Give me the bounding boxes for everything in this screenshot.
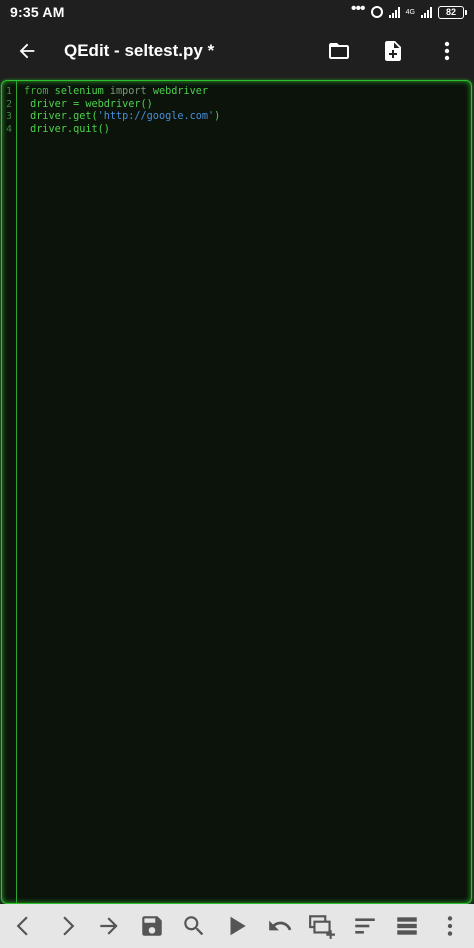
undo-icon: [268, 920, 291, 931]
status-icons: ••• 4G 82: [350, 0, 467, 19]
cursor-right-button[interactable]: [47, 906, 87, 946]
network-type: 4G: [406, 9, 415, 16]
code-token: driver = webdriver(): [24, 98, 153, 110]
overflow-menu-button[interactable]: [420, 24, 474, 78]
indent-button[interactable]: [89, 906, 129, 946]
line-number-gutter: 1234: [2, 81, 17, 903]
align-left-icon: [355, 918, 375, 934]
save-button[interactable]: [132, 906, 172, 946]
list-icon: [397, 917, 418, 935]
format-button[interactable]: [345, 906, 385, 946]
more-vertical-icon: [444, 41, 450, 61]
open-folder-button[interactable]: [312, 24, 366, 78]
code-token: from: [24, 86, 49, 97]
folder-icon: [329, 43, 349, 59]
search-button[interactable]: [174, 906, 214, 946]
search-icon: [184, 916, 204, 936]
code-line[interactable]: driver.get('http://google.com'): [24, 111, 467, 124]
network-type-label: 4G: [405, 8, 415, 16]
status-time: 9:35 AM: [10, 4, 65, 20]
more-vertical-icon: [447, 916, 453, 936]
toolbar-more-button[interactable]: [430, 906, 470, 946]
more-notifications-icon: •••: [350, 0, 366, 17]
code-line[interactable]: from selenium import webdriver: [24, 86, 467, 99]
new-file-icon: [385, 41, 401, 61]
chevron-right-icon: [62, 916, 74, 936]
select-add-button[interactable]: [302, 906, 342, 946]
cursor-left-button[interactable]: [4, 906, 44, 946]
code-token: webdriver: [146, 86, 209, 97]
chevron-left-icon: [16, 916, 28, 936]
app-bar: QEdit - seltest.py *: [0, 24, 474, 78]
signal-icon-2: [421, 6, 432, 18]
code-token: selenium: [48, 86, 110, 97]
code-token: import: [109, 86, 147, 97]
back-button[interactable]: [0, 24, 54, 78]
battery-icon: 82: [438, 5, 467, 19]
play-icon: [230, 916, 246, 936]
code-editor[interactable]: 1234 from selenium import webdriver driv…: [1, 80, 472, 904]
code-area[interactable]: from selenium import webdriver driver = …: [24, 86, 467, 136]
line-number: 3: [6, 111, 13, 122]
line-number: 2: [6, 98, 13, 110]
line-number: 4: [6, 123, 13, 135]
alarm-icon: [370, 6, 383, 18]
code-token: 'http://google.com': [97, 111, 215, 122]
code-token: driver.get(: [24, 111, 98, 122]
new-file-button[interactable]: [366, 24, 420, 78]
arrow-right-icon: [100, 917, 118, 935]
run-button[interactable]: [217, 906, 257, 946]
page-title: QEdit - seltest.py *: [64, 41, 215, 60]
bottom-toolbar: [0, 904, 474, 948]
select-add-icon: [309, 915, 336, 939]
code-line[interactable]: driver.quit(): [24, 124, 467, 137]
undo-button[interactable]: [260, 906, 300, 946]
line-number: 1: [6, 86, 13, 97]
code-line[interactable]: driver = webdriver(): [24, 99, 467, 112]
signal-icon: [388, 6, 400, 18]
lines-button[interactable]: [387, 906, 427, 946]
save-icon: [142, 916, 162, 936]
arrow-left-icon: [19, 43, 35, 59]
code-token: ): [214, 111, 221, 122]
status-bar: 9:35 AM ••• 4G 82: [0, 0, 474, 24]
code-token: driver.quit(): [24, 123, 110, 135]
battery-level: 82: [445, 7, 456, 17]
